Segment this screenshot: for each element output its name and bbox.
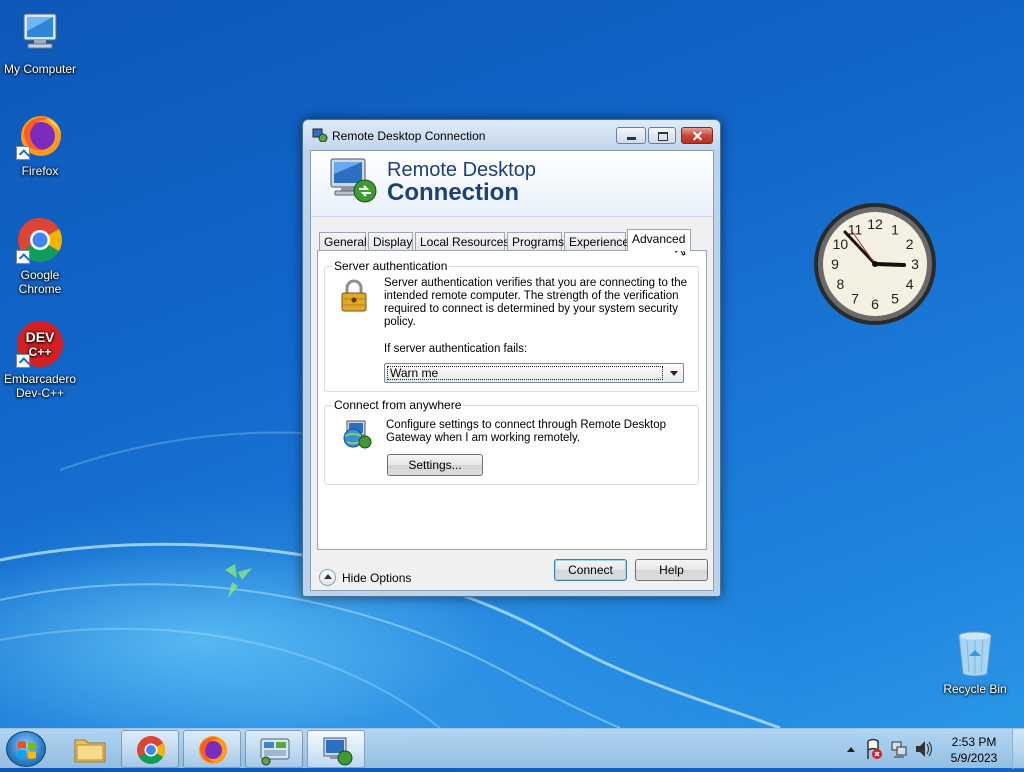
volume-icon[interactable] [914, 729, 932, 769]
taskbar-clock[interactable]: 2:53 PM 5/9/2023 [946, 734, 1002, 766]
taskbar-date: 5/9/2023 [950, 751, 998, 765]
clock-numeral: 8 [837, 276, 845, 292]
taskbar-rdc-button[interactable] [307, 730, 365, 768]
taskbar: 2:53 PM 5/9/2023 [0, 728, 1024, 769]
control-panel-icon [260, 738, 290, 766]
clock-numeral: 5 [891, 291, 899, 307]
window-titlebar[interactable]: Remote Desktop Connection [303, 120, 720, 150]
shortcut-arrow-icon [16, 146, 30, 160]
rdc-monitor-icon [330, 158, 377, 203]
firefox-icon [199, 736, 227, 764]
taskbar-control-panel-button[interactable] [245, 730, 303, 768]
show-hidden-icons-icon[interactable] [845, 729, 857, 769]
taskbar-chrome-button[interactable] [121, 730, 179, 768]
computer-icon [23, 13, 57, 49]
recycle-bin-icon [958, 631, 992, 677]
rdc-small-icon [312, 128, 328, 142]
padlock-icon [341, 279, 367, 312]
tab-programs[interactable]: Programs [507, 232, 564, 251]
clock-gadget[interactable]: 12 1234567891011 [813, 202, 937, 326]
maximize-button[interactable] [648, 127, 676, 144]
tab-experience[interactable]: Experience [564, 232, 629, 251]
taskbar-time: 2:53 PM [951, 735, 997, 749]
windows-logo-icon [18, 741, 36, 759]
clock-numeral: 6 [871, 296, 879, 312]
advanced-tab-panel: Server authentication Server authenticat… [317, 250, 707, 550]
connect-anywhere-group-label: Connect from anywhere [332, 398, 464, 412]
server-auth-fail-label: If server authentication fails: [384, 343, 528, 355]
rdc-icon [323, 737, 353, 766]
taskbar-firefox-button[interactable] [183, 730, 241, 768]
network-icon[interactable] [890, 729, 908, 769]
desktop-icon-my-computer[interactable]: My Computer [0, 10, 80, 76]
clock-numeral: 12 [867, 216, 883, 232]
connect-button[interactable]: Connect [554, 559, 627, 581]
clock-numeral: 10 [833, 236, 849, 252]
window-title: Remote Desktop Connection [332, 129, 486, 143]
window-client: Remote Desktop Connection General Displa… [310, 150, 714, 591]
desktop-icon-label: Google Chrome [18, 268, 62, 296]
connect-anywhere-description: Configure settings to connect through Re… [386, 419, 666, 444]
clock-numeral: 1 [891, 221, 899, 237]
collapse-up-icon [319, 569, 336, 586]
chrome-icon [137, 736, 165, 764]
desktop-icon-firefox[interactable]: Firefox [0, 112, 80, 178]
svg-text:C++: C++ [29, 345, 52, 359]
server-auth-fail-value: Warn me [387, 366, 663, 380]
banner-title-line2: Connection [387, 179, 519, 206]
taskbar-explorer-button[interactable] [60, 730, 118, 768]
connect-anywhere-group: Connect from anywhere Configure settings… [324, 398, 699, 485]
tab-display[interactable]: Display [368, 232, 413, 251]
gateway-settings-button[interactable]: Settings... [387, 454, 483, 476]
tab-advanced[interactable]: Advanced [627, 229, 691, 251]
start-button[interactable] [6, 731, 46, 767]
hide-options-label: Hide Options [342, 571, 412, 585]
clock-numeral: 4 [906, 276, 914, 292]
desktop-icon-google-chrome[interactable]: Google Chrome [0, 216, 80, 296]
tab-local-resources[interactable]: Local Resources [415, 232, 509, 251]
close-button[interactable] [681, 127, 713, 144]
dropdown-arrow-icon [670, 371, 678, 376]
clock-numeral: 2 [906, 236, 914, 252]
desktop-icon-label: Firefox [21, 164, 59, 178]
banner: Remote Desktop Connection [311, 151, 713, 217]
desktop-icon-dev-cpp[interactable]: DEV C++ Embarcadero Dev-C++ [0, 320, 80, 400]
server-auth-fail-dropdown[interactable]: Warn me [384, 363, 684, 383]
gateway-globe-icon [343, 420, 372, 449]
server-auth-group: Server authentication Server authenticat… [324, 259, 699, 392]
clock-numeral: 7 [851, 291, 859, 307]
server-auth-group-label: Server authentication [332, 259, 450, 273]
shortcut-arrow-icon [16, 354, 30, 368]
minimize-button[interactable] [616, 127, 646, 144]
rdc-window[interactable]: Remote Desktop Connection Remote Desktop… [302, 119, 721, 597]
desktop-icon-label: Recycle Bin [943, 682, 1007, 696]
desktop-icon-label: My Computer [3, 62, 77, 76]
shortcut-arrow-icon [16, 250, 30, 264]
show-desktop-button[interactable] [1012, 729, 1024, 769]
help-button[interactable]: Help [635, 559, 708, 581]
tab-general[interactable]: General [319, 232, 367, 251]
clock-numeral: 3 [911, 256, 919, 272]
desktop-icon-label: Embarcadero Dev-C++ [3, 372, 77, 400]
server-auth-description: Server authentication verifies that you … [384, 277, 688, 328]
svg-text:DEV: DEV [26, 329, 55, 345]
folder-icon [74, 739, 106, 763]
desktop-icon-recycle-bin[interactable]: Recycle Bin [935, 630, 1015, 696]
action-center-flag-icon[interactable] [865, 729, 883, 769]
clock-numeral: 9 [831, 256, 839, 272]
clock-hour-hand [873, 262, 906, 267]
